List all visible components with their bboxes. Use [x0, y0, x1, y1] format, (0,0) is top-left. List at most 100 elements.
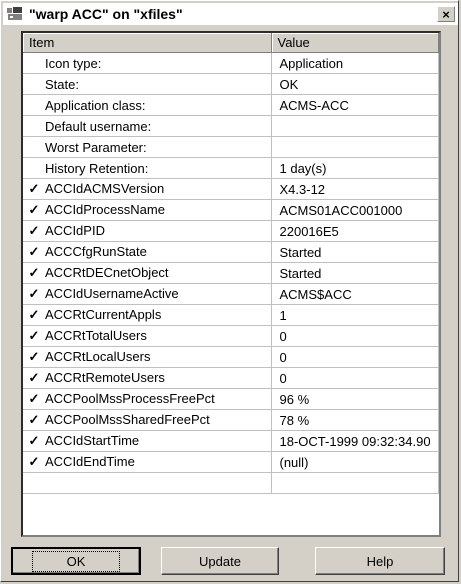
checkmark-icon: ✓ [28, 244, 40, 259]
table-row[interactable]: ✓ ACCRtCurrentAppls 1 [23, 304, 439, 326]
update-button[interactable]: Update [161, 547, 279, 575]
table-row[interactable]: ✓ ACCRtTotalUsers 0 [23, 325, 439, 347]
checkmark-icon: ✓ [28, 412, 40, 427]
row-value-cell: OK [271, 73, 439, 95]
checkmark-icon: ✓ [28, 286, 40, 301]
column-header-item[interactable]: Item [23, 33, 272, 53]
ok-button-label: OK [31, 550, 121, 572]
update-button-label: Update [199, 553, 241, 569]
row-item-label: ACCPoolMssProcessFreePct [45, 391, 215, 406]
ok-button[interactable]: OK [11, 547, 141, 575]
row-value-cell: 0 [271, 367, 439, 389]
row-item-label: ACCIdStartTime [45, 433, 140, 448]
row-value-cell: 1 [271, 304, 439, 326]
table-row[interactable]: Default username: [23, 115, 439, 137]
row-item-label: Worst Parameter: [45, 139, 147, 155]
properties-list[interactable]: Item Value Icon type: Application State: OK… [21, 31, 441, 537]
row-item-cell: Worst Parameter: [23, 136, 272, 158]
row-item-label: ACCIdProcessName [45, 202, 165, 217]
checkmark-icon: ✓ [28, 454, 40, 469]
row-item-label: Icon type: [45, 55, 102, 71]
row-item-label: ACCRtLocalUsers [45, 349, 151, 364]
row-value-cell: 18-OCT-1999 09:32:34.90 [271, 430, 439, 452]
table-row[interactable]: ✓ ACCRtRemoteUsers 0 [23, 367, 439, 389]
table-row[interactable]: ✓ ACCPoolMssProcessFreePct 96 % [23, 388, 439, 410]
row-item-label: ACCIdUsernameActive [45, 286, 179, 301]
row-item-label: History Retention: [45, 160, 149, 176]
checkmark-icon: ✓ [28, 307, 40, 322]
row-item-cell: Default username: [23, 115, 272, 137]
table-row[interactable]: ✓ ACCIdACMSVersion X4.3-12 [23, 178, 439, 200]
row-item-cell: State: [23, 73, 272, 95]
app-icon [7, 7, 22, 20]
row-item-label: ACCPoolMssSharedFreePct [45, 412, 210, 427]
row-item-label: State: [45, 76, 79, 92]
table-row-empty [23, 472, 439, 494]
table-row[interactable]: Application class: ACMS-ACC [23, 94, 439, 116]
table-row[interactable]: State: OK [23, 73, 439, 95]
row-item-label: ACCIdPID [45, 223, 105, 238]
checkmark-icon: ✓ [28, 202, 40, 217]
table-row[interactable]: Worst Parameter: [23, 136, 439, 158]
row-value-cell: Application [271, 52, 439, 74]
row-item-label: ACCIdEndTime [45, 454, 135, 469]
table-row[interactable]: ✓ ACCIdStartTime 18-OCT-1999 09:32:34.90 [23, 430, 439, 452]
checkmark-icon: ✓ [28, 391, 40, 406]
row-item-cell: History Retention: [23, 157, 272, 179]
row-value-cell: (null) [271, 451, 439, 473]
table-row[interactable]: ✓ ACCIdPID 220016E5 [23, 220, 439, 242]
row-item-cell: ✓ ACCIdUsernameActive [23, 283, 272, 305]
row-item-cell: Application class: [23, 94, 272, 116]
table-row[interactable]: ✓ ACCCfgRunState Started [23, 241, 439, 263]
row-value-cell: Started [271, 262, 439, 284]
row-item-cell: ✓ ACCRtCurrentAppls [23, 304, 272, 326]
row-value-cell: ACMS$ACC [271, 283, 439, 305]
checkmark-icon: ✓ [28, 223, 40, 238]
table-row[interactable]: ✓ ACCIdEndTime (null) [23, 451, 439, 473]
row-value-cell [271, 136, 439, 158]
row-item-cell: ✓ ACCIdACMSVersion [23, 178, 272, 200]
row-value-cell: 78 % [271, 409, 439, 431]
row-item-label: ACCRtDECnetObject [45, 265, 169, 280]
row-value-cell [271, 115, 439, 137]
row-item-cell: ✓ ACCRtLocalUsers [23, 346, 272, 368]
row-item-label: ACCCfgRunState [45, 244, 147, 259]
row-value-cell: ACMS-ACC [271, 94, 439, 116]
row-item-label: ACCRtCurrentAppls [45, 307, 162, 322]
row-item-cell: ✓ ACCPoolMssProcessFreePct [23, 388, 272, 410]
checkmark-icon: ✓ [28, 265, 40, 280]
row-item-cell: ✓ ACCIdProcessName [23, 199, 272, 221]
row-value-cell: ACMS01ACC001000 [271, 199, 439, 221]
window-title: "warp ACC" on "xfiles" [29, 6, 183, 22]
table-row[interactable]: Icon type: Application [23, 52, 439, 74]
row-value-cell: 1 day(s) [271, 157, 439, 179]
help-button[interactable]: Help [315, 547, 445, 575]
close-button[interactable]: × [437, 6, 455, 22]
row-item-cell: Icon type: [23, 52, 272, 74]
row-value-cell: 0 [271, 325, 439, 347]
table-header: Item Value [23, 33, 439, 53]
dialog-window: "warp ACC" on "xfiles" × Item Value Icon… [0, 0, 459, 582]
table-row[interactable]: ✓ ACCIdUsernameActive ACMS$ACC [23, 283, 439, 305]
properties-table: Item Value Icon type: Application State: OK… [23, 33, 439, 494]
table-row[interactable]: History Retention: 1 day(s) [23, 157, 439, 179]
close-icon: × [442, 6, 450, 22]
checkmark-icon: ✓ [28, 181, 40, 196]
row-item-label: ACCRtRemoteUsers [45, 370, 165, 385]
row-value-cell: Started [271, 241, 439, 263]
row-item-cell: ✓ ACCRtRemoteUsers [23, 367, 272, 389]
row-value-cell: X4.3-12 [271, 178, 439, 200]
table-row[interactable]: ✓ ACCPoolMssSharedFreePct 78 % [23, 409, 439, 431]
row-value-cell: 96 % [271, 388, 439, 410]
column-header-value[interactable]: Value [271, 33, 439, 53]
table-row[interactable]: ✓ ACCRtLocalUsers 0 [23, 346, 439, 368]
title-bar[interactable]: "warp ACC" on "xfiles" × [3, 3, 458, 25]
table-row[interactable]: ✓ ACCIdProcessName ACMS01ACC001000 [23, 199, 439, 221]
row-item-cell: ✓ ACCRtTotalUsers [23, 325, 272, 347]
row-value-cell: 220016E5 [271, 220, 439, 242]
row-item-cell: ✓ ACCCfgRunState [23, 241, 272, 263]
row-item-cell: ✓ ACCIdPID [23, 220, 272, 242]
row-item-label: ACCIdACMSVersion [45, 181, 165, 196]
table-row[interactable]: ✓ ACCRtDECnetObject Started [23, 262, 439, 284]
row-item-cell: ✓ ACCIdStartTime [23, 430, 272, 452]
